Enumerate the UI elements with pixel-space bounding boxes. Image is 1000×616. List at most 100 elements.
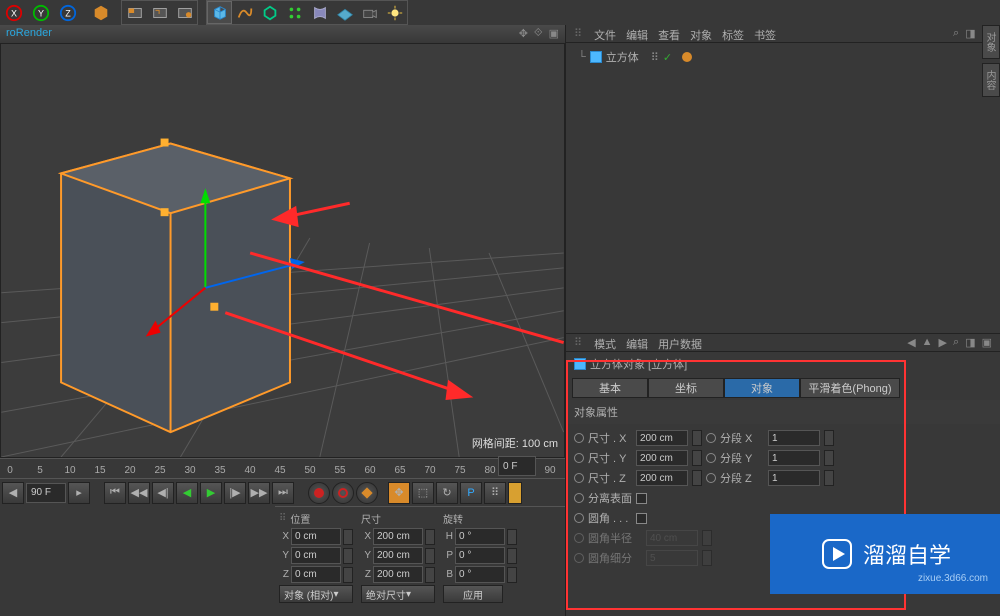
array-button[interactable]	[282, 1, 307, 24]
attr-layout-icon[interactable]: ◨	[965, 336, 975, 349]
play-back-button[interactable]: ◀	[176, 482, 198, 504]
attr-menu-userdata[interactable]: 用户数据	[658, 336, 702, 349]
floor-button[interactable]	[332, 1, 357, 24]
size-mode-combo[interactable]: 绝对尺寸 ▾	[361, 585, 435, 603]
tab-basic[interactable]: 基本	[572, 378, 648, 398]
menu-edit[interactable]: 编辑	[626, 27, 648, 40]
deformer-button[interactable]	[307, 1, 332, 24]
size-z-input[interactable]	[373, 566, 423, 583]
nav-up-icon[interactable]: ▲	[922, 336, 933, 349]
separate-surface-checkbox[interactable]	[636, 493, 647, 504]
main-toolbar: X Y Z	[0, 0, 1000, 25]
viewport-pan-icon[interactable]: ✥	[519, 27, 528, 41]
size-x-field[interactable]	[636, 430, 688, 446]
attr-object-title: 立方体对象 [立方体]	[566, 352, 1000, 376]
viewport-title: roRender	[6, 27, 52, 41]
size-header: 尺寸	[361, 511, 381, 526]
spline-button[interactable]	[232, 1, 257, 24]
menu-tags[interactable]: 标签	[722, 27, 744, 40]
viewport-max-icon[interactable]: ▣	[549, 27, 559, 41]
side-tab-1[interactable]: 对象	[982, 25, 1000, 59]
panel-menu-icon[interactable]: ◨	[965, 27, 975, 40]
size-y-field[interactable]	[636, 450, 688, 466]
size-y-input[interactable]	[373, 547, 423, 564]
record-button[interactable]	[308, 482, 330, 504]
menu-file[interactable]: 文件	[594, 27, 616, 40]
search-icon[interactable]: ⌕	[953, 27, 959, 40]
end-frame-input[interactable]	[26, 483, 66, 503]
tree-item-cube[interactable]: └ 立方体 ⠿ ✓	[570, 47, 996, 67]
light-button[interactable]	[382, 1, 407, 24]
render-button[interactable]	[122, 1, 147, 24]
viewport-zoom-icon[interactable]: ⟐	[534, 27, 543, 41]
timeline-ruler[interactable]: 051015202530354045505560657075808590	[0, 458, 565, 478]
rot-h-input[interactable]	[455, 528, 505, 545]
size-x-input[interactable]	[373, 528, 423, 545]
tab-phong[interactable]: 平滑着色(Phong)	[800, 378, 900, 398]
pos-z-input[interactable]	[291, 566, 341, 583]
move-key-button[interactable]: ✥	[388, 482, 410, 504]
nav-fwd-icon[interactable]: ▶	[939, 336, 947, 349]
size-z-field[interactable]	[636, 470, 688, 486]
seg-z-field[interactable]	[768, 470, 820, 486]
fillet-checkbox[interactable]	[636, 513, 647, 524]
svg-text:Z: Z	[65, 8, 71, 18]
step-back-button[interactable]: ◀|	[152, 482, 174, 504]
menu-bookmarks[interactable]: 书签	[754, 27, 776, 40]
menu-object[interactable]: 对象	[690, 27, 712, 40]
collapse-button[interactable]: ▸	[68, 482, 90, 504]
menu-view[interactable]: 查看	[658, 27, 680, 40]
tab-coord[interactable]: 坐标	[648, 378, 724, 398]
keyframe-button[interactable]	[356, 482, 378, 504]
rot-p-input[interactable]	[455, 547, 505, 564]
rot-b-input[interactable]	[455, 566, 505, 583]
prev-frame-button[interactable]: ◀◀	[128, 482, 150, 504]
fillet-sub-field	[646, 550, 698, 566]
attr-menu-mode[interactable]: 模式	[594, 336, 616, 349]
render-settings-button[interactable]	[172, 1, 197, 24]
attr-max-icon[interactable]: ▣	[982, 336, 992, 349]
axis-z-button[interactable]: Z	[55, 1, 80, 24]
attr-search-icon[interactable]: ⌕	[953, 336, 959, 349]
viewport-3d[interactable]: 网格间距: 100 cm	[0, 43, 565, 458]
axis-y-button[interactable]: Y	[28, 1, 53, 24]
param-key-button[interactable]: P	[460, 482, 482, 504]
obj-mode-combo[interactable]: 对象 (相对) ▾	[279, 585, 353, 603]
svg-text:X: X	[10, 8, 16, 18]
apply-button[interactable]: 应用	[443, 585, 503, 603]
pos-x-input[interactable]	[291, 528, 341, 545]
side-tab-2[interactable]: 内容	[982, 63, 1000, 97]
point-anim-button[interactable]: ⠿	[484, 482, 506, 504]
autokey-button[interactable]	[332, 482, 354, 504]
object-manager-menu: ⠿ 文件 编辑 查看 对象 标签 书签 ⌕ ◨ ▣	[566, 25, 1000, 43]
cube-mode-button[interactable]	[88, 1, 113, 24]
rot-header: 旋转	[443, 511, 463, 526]
axis-x-button[interactable]: X	[1, 1, 26, 24]
phong-tag-icon[interactable]	[682, 52, 692, 62]
seg-x-field[interactable]	[768, 430, 820, 446]
fillet-radius-field	[646, 530, 698, 546]
goto-end-button[interactable]: ⏭	[272, 482, 294, 504]
object-tree[interactable]: └ 立方体 ⠿ ✓	[566, 43, 1000, 333]
goto-start-button[interactable]: ⏮	[104, 482, 126, 504]
play-button[interactable]: ▶	[200, 482, 222, 504]
pos-y-input[interactable]	[291, 547, 341, 564]
render-region-button[interactable]	[147, 1, 172, 24]
prev-key-button[interactable]: ◀	[2, 482, 24, 504]
rotate-key-button[interactable]: ↻	[436, 482, 458, 504]
seg-y-field[interactable]	[768, 450, 820, 466]
tree-item-label: 立方体	[606, 49, 639, 65]
nav-back-icon[interactable]: ◀	[907, 336, 915, 349]
scale-key-button[interactable]: ⬚	[412, 482, 434, 504]
coordinates-panel: ⠿位置 X Y Z 对象 (相对) ▾ 尺寸 X Y Z 绝对尺寸 ▾ 旋转 H…	[275, 506, 565, 607]
strip-button[interactable]	[508, 482, 522, 504]
primitive-cube-button[interactable]	[207, 1, 232, 24]
step-fwd-button[interactable]: |▶	[224, 482, 246, 504]
tab-object[interactable]: 对象	[724, 378, 800, 398]
nurbs-button[interactable]	[257, 1, 282, 24]
attr-menu-edit[interactable]: 编辑	[626, 336, 648, 349]
camera-button[interactable]	[357, 1, 382, 24]
watermark: 溜溜自学 zixue.3d66.com	[770, 514, 1000, 594]
next-frame-button[interactable]: ▶▶	[248, 482, 270, 504]
start-frame-input[interactable]	[498, 456, 536, 476]
